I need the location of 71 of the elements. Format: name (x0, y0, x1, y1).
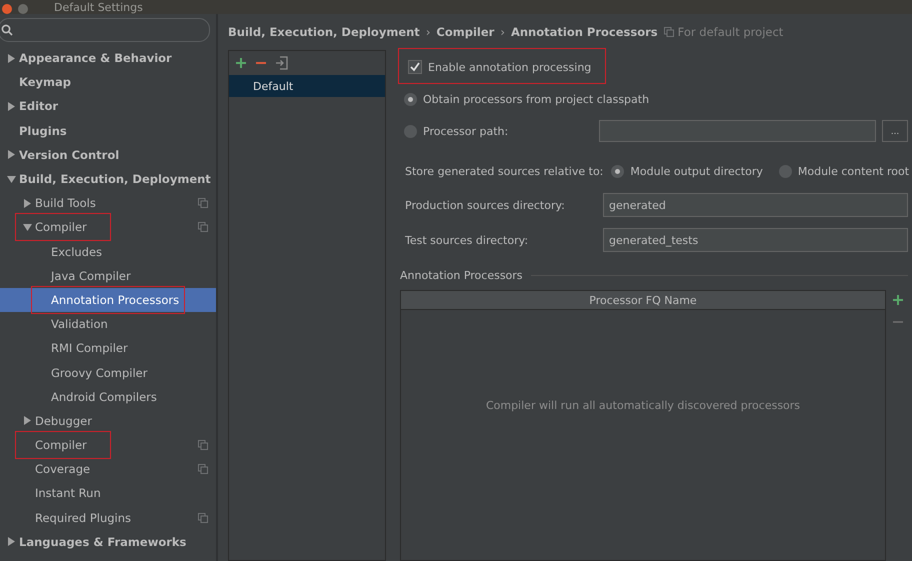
tree-item[interactable]: Editor (0, 94, 216, 119)
tree-item[interactable]: Build, Execution, Deployment (0, 166, 216, 192)
copy-icon (198, 198, 208, 208)
breadcrumb-item: Annotation Processors (510, 25, 658, 39)
collapsed-arrow-icon[interactable] (22, 198, 32, 208)
empty-text: Compiler will run all automatically discovered processors (486, 398, 800, 412)
tree-item[interactable]: Keymap (0, 70, 216, 94)
field-label: Production sources directory: (405, 198, 566, 212)
tree-item[interactable]: Groovy Compiler (0, 360, 216, 385)
tree-item[interactable]: Debugger (0, 408, 216, 433)
collapsed-arrow-icon[interactable] (6, 54, 16, 63)
search-icon (1, 24, 13, 36)
add-icon[interactable] (892, 294, 904, 306)
tree-item[interactable]: Instant Run (0, 481, 216, 506)
copy-icon (664, 27, 674, 37)
radio-button[interactable] (404, 92, 417, 106)
tree-item[interactable]: Validation (0, 312, 216, 336)
radio-button[interactable] (778, 164, 792, 178)
checkbox-label: Enable annotation processing (428, 60, 592, 74)
copy-icon (198, 440, 208, 450)
checkmark-icon (410, 62, 420, 72)
column-header[interactable]: Processor FQ Name (401, 291, 885, 310)
tree-item[interactable]: Java Compiler (0, 264, 216, 288)
radio-label: Obtain processors from project classpath (423, 92, 650, 106)
import-icon[interactable] (275, 56, 289, 70)
section-title: Annotation Processors (400, 269, 523, 282)
field-label: Test sources directory: (405, 234, 530, 246)
expanded-arrow-icon[interactable] (6, 174, 16, 184)
close-icon[interactable] (2, 4, 12, 14)
processor-path-field[interactable] (599, 120, 876, 142)
window-title: Default Settings (54, 2, 143, 14)
expanded-arrow-icon[interactable] (22, 222, 32, 232)
radio-label: Module output directory (630, 164, 763, 178)
radio-label: Processor path: (423, 124, 510, 138)
tree-item[interactable]: Appearance & Behavior (0, 46, 216, 70)
breadcrumb-item: Build, Execution, Deployment (228, 25, 420, 39)
tree-item[interactable]: Required Plugins (0, 506, 216, 530)
scope-note: For default project (678, 25, 784, 39)
breadcrumb-separator: › (426, 25, 430, 39)
tree-item[interactable]: Compiler (0, 215, 216, 240)
tree-item[interactable]: RMI Compiler (0, 336, 216, 360)
collapsed-arrow-icon[interactable] (6, 102, 16, 111)
copy-icon (198, 512, 208, 523)
collapsed-arrow-icon[interactable] (22, 416, 32, 426)
checkbox[interactable] (408, 60, 422, 74)
tree-item[interactable]: Plugins (0, 118, 216, 143)
radio-button[interactable] (404, 124, 417, 138)
text-field[interactable]: generated (603, 193, 908, 217)
radio-label: Module content root (798, 164, 910, 178)
copy-icon (198, 222, 208, 232)
minimize-icon[interactable] (18, 4, 28, 14)
breadcrumb-separator: › (500, 25, 505, 39)
browse-button[interactable]: ... (882, 120, 908, 142)
tree-item[interactable]: Android Compilers (0, 384, 216, 409)
tree-item[interactable]: Languages & Frameworks (0, 530, 216, 554)
tree-item[interactable]: Coverage (0, 457, 216, 482)
field-label: Store generated sources relative to: (405, 164, 604, 178)
collapsed-arrow-icon[interactable] (6, 537, 16, 546)
add-icon[interactable] (235, 57, 247, 69)
copy-icon (198, 464, 208, 474)
tree-item[interactable]: Compiler (0, 433, 216, 458)
tree-item[interactable]: Excludes (0, 240, 216, 264)
text-field[interactable]: generated_tests (603, 228, 908, 252)
breadcrumb-item: Compiler (436, 25, 494, 39)
profile-item[interactable]: Default (229, 75, 385, 97)
search-field[interactable] (0, 18, 210, 42)
collapsed-arrow-icon[interactable] (6, 150, 16, 160)
tree-item[interactable]: Version Control (0, 142, 216, 167)
tree-item[interactable]: Annotation Processors (0, 288, 216, 312)
tree-item[interactable]: Build Tools (0, 191, 216, 216)
radio-button[interactable] (611, 164, 624, 178)
